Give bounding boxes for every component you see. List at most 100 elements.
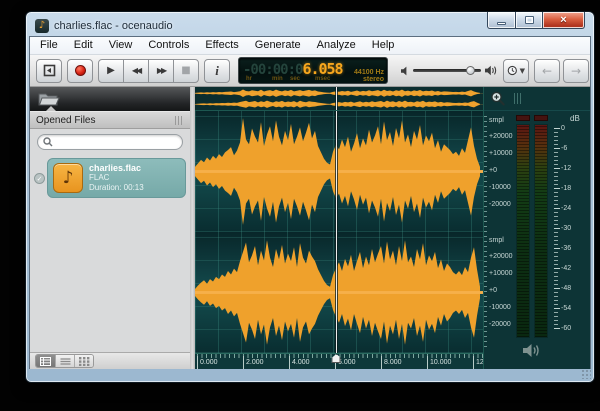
play-button[interactable]: ▶ [98, 59, 124, 83]
waveform-svg-1 [195, 111, 483, 232]
waveform-channel-1[interactable] [195, 111, 483, 232]
maximize-button[interactable] [516, 12, 543, 29]
db-scale-title: dB [570, 114, 580, 123]
window-title: charlies.flac - ocenaudio [54, 20, 173, 32]
db-tick-label: -18 [561, 185, 571, 192]
overview-channel-1 [195, 89, 483, 98]
timeline-label: 10.000 [427, 356, 451, 369]
meter-panel-grip[interactable] [514, 93, 523, 104]
file-status-icon: ✓ [34, 173, 45, 184]
clock-icon [507, 64, 518, 77]
amplitude-label: smpl [489, 237, 504, 244]
menu-analyze[interactable]: Analyze [309, 37, 364, 54]
panel-title: Opened Files [36, 115, 95, 126]
overview-waveform[interactable] [195, 87, 483, 111]
zoom-in-icon [490, 91, 506, 107]
toolbar: ▶ ◀◀ ▶▶ ■ i -00:00:0 6.058 44100 Hz ster… [30, 55, 590, 87]
timeline-label: 0.000 [197, 356, 218, 369]
app-window: ♪ charlies.flac - ocenaudio × FileEditVi… [25, 11, 595, 383]
audio-file-icon: ♪ [53, 163, 83, 193]
waveform-channel-2[interactable] [195, 232, 483, 353]
search-input[interactable] [53, 137, 177, 147]
menu-controls[interactable]: Controls [140, 37, 197, 54]
rewind-button[interactable]: ◀◀ [123, 59, 149, 83]
transport-controls: ▶ ◀◀ ▶▶ ■ [98, 59, 199, 83]
chevron-down-icon: ▼ [520, 67, 525, 75]
db-tick-label: -12 [561, 165, 571, 172]
view-list-button[interactable] [55, 355, 74, 367]
peak-indicator-left [516, 115, 530, 121]
next-button[interactable]: → [563, 59, 589, 83]
timeline-label: 8.000 [381, 356, 402, 369]
meter-panel-header [484, 87, 590, 111]
view-details-icon [40, 357, 51, 366]
playback-cursor[interactable] [336, 111, 337, 353]
forward-button[interactable]: ▶▶ [148, 59, 174, 83]
volume-slider-handle[interactable] [466, 66, 475, 75]
next-arrow-icon: → [571, 64, 581, 78]
waveform-display[interactable] [195, 111, 483, 353]
timeline-ruler[interactable]: 0.0002.0004.0006.0008.00010.00012.000 [195, 353, 483, 369]
timeline-label: 12.000 [473, 356, 483, 369]
db-scale: dB 0-6-12-18-24-30-36-42-48-54-60 [554, 111, 590, 351]
volume-high-icon [485, 65, 498, 76]
close-button[interactable]: × [543, 12, 585, 29]
time-format-button[interactable]: ▼ [503, 59, 529, 83]
time-display: -00:00:0 6.058 44100 Hz stereo hrminsecm… [238, 57, 388, 84]
history-nav: ← → [534, 59, 589, 83]
titlebar[interactable]: ♪ charlies.flac - ocenaudio × [29, 12, 591, 36]
view-grid-icon [79, 357, 90, 366]
view-details-button[interactable] [36, 355, 55, 367]
stop-button[interactable]: ■ [173, 59, 199, 83]
channel-mode-label: stereo [354, 76, 384, 83]
amplitude-label: smpl [489, 117, 504, 124]
level-meters [516, 111, 550, 367]
back-button[interactable]: ← [534, 59, 560, 83]
volume-low-icon [401, 66, 409, 76]
undock-icon [43, 64, 56, 77]
menubar: FileEditViewControlsEffectsGenerateAnaly… [30, 37, 590, 55]
timeline-label: 2.000 [243, 356, 264, 369]
meter-bar-left [516, 124, 530, 338]
menu-help[interactable]: Help [364, 37, 403, 54]
menu-edit[interactable]: Edit [66, 37, 101, 54]
amplitude-label: -20000 [489, 321, 511, 328]
menu-file[interactable]: File [32, 37, 66, 54]
file-name: charlies.flac [89, 163, 144, 173]
list-item[interactable]: ✓ ♪ charlies.flac FLAC Duration: 00:13 [34, 158, 186, 198]
record-button[interactable] [67, 59, 93, 83]
volume-slider[interactable] [413, 69, 481, 72]
stop-icon: ■ [181, 65, 190, 76]
toggle-view-button[interactable] [36, 59, 62, 83]
db-tick-label: -42 [561, 265, 571, 272]
panel-grip[interactable] [175, 116, 184, 125]
menu-generate[interactable]: Generate [247, 37, 309, 54]
view-grid-button[interactable] [74, 355, 93, 367]
db-tick-label: -30 [561, 225, 571, 232]
record-icon [75, 65, 86, 76]
waveform-svg-2 [195, 232, 483, 353]
menu-view[interactable]: View [101, 37, 141, 54]
close-icon: × [560, 14, 566, 26]
file-format: FLAC [89, 173, 144, 183]
menu-effects[interactable]: Effects [197, 37, 246, 54]
folder-icon [38, 92, 60, 107]
amplitude-ruler: smpl+20000+10000+0-10000-20000smpl+20000… [484, 111, 514, 351]
sidebar: Opened Files ✓ [30, 87, 190, 369]
file-duration: Duration: 00:13 [89, 183, 144, 193]
db-tick-label: -54 [561, 305, 571, 312]
sample-rate-label: 44100 Hz [354, 69, 384, 76]
minimize-button[interactable] [487, 12, 516, 29]
info-button[interactable]: i [204, 59, 230, 83]
db-tick-label: -60 [561, 325, 571, 332]
peak-indicator-right [534, 115, 548, 121]
db-tick-label: -36 [561, 245, 571, 252]
file-item-charlies[interactable]: ♪ charlies.flac FLAC Duration: 00:13 [47, 158, 186, 198]
volume-control [401, 65, 498, 76]
maximize-icon [525, 16, 534, 24]
monitor-speaker-button[interactable] [522, 343, 542, 363]
back-arrow-icon: ← [542, 64, 552, 78]
info-icon: i [215, 63, 219, 79]
zoom-in-button[interactable] [490, 91, 506, 107]
opened-files-tab[interactable] [30, 87, 190, 111]
